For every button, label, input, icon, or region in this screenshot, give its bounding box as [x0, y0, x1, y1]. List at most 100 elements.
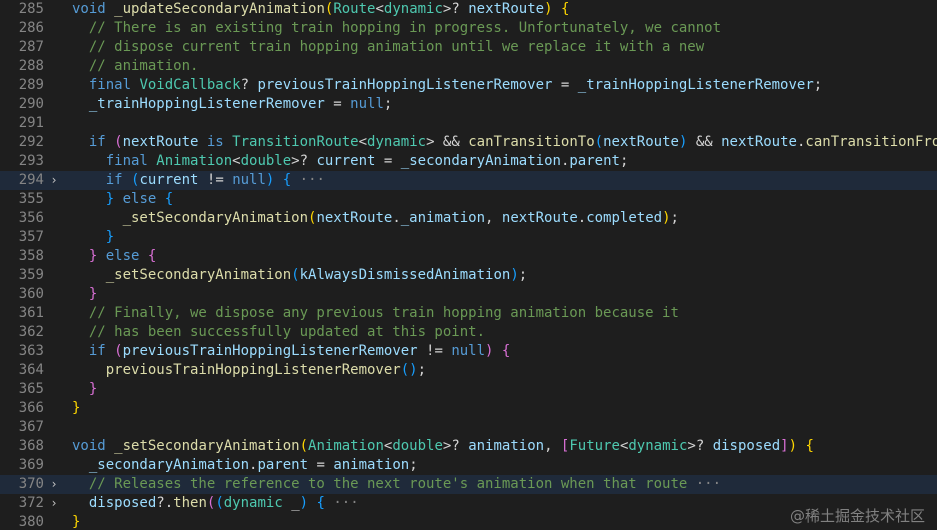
code-line[interactable]: 357 } [0, 228, 937, 247]
code-text[interactable] [64, 114, 937, 133]
code-token: _ [282, 495, 300, 511]
code-line[interactable]: 356 _setSecondaryAnimation(nextRoute._an… [0, 209, 937, 228]
code-token: = [552, 77, 578, 93]
code-line[interactable]: 361 // Finally, we dispose any previous … [0, 304, 937, 323]
fold-gutter [44, 133, 64, 152]
line-number: 355 [18, 191, 44, 207]
code-text[interactable]: _trainHoppingListenerRemover = null; [64, 95, 937, 114]
code-token: () [400, 362, 418, 378]
code-token: { [164, 191, 174, 207]
code-line[interactable]: 365 } [0, 380, 937, 399]
code-text[interactable]: } [64, 285, 937, 304]
code-token: >? [442, 1, 469, 17]
code-token: dynamic [367, 134, 427, 150]
code-text[interactable]: // has been successfully updated at this… [64, 323, 937, 342]
code-line[interactable]: 367 [0, 418, 937, 437]
code-text[interactable]: if (current != null) { ··· [64, 171, 937, 190]
code-token: ( [114, 134, 123, 150]
code-text[interactable]: _setSecondaryAnimation(nextRoute._animat… [64, 209, 937, 228]
code-line[interactable]: 360 } [0, 285, 937, 304]
code-line[interactable]: 289 final VoidCallback? previousTrainHop… [0, 76, 937, 95]
code-text[interactable]: // There is an existing train hopping in… [64, 19, 937, 38]
code-token: . [577, 210, 587, 226]
code-line[interactable]: 291 [0, 114, 937, 133]
code-text[interactable]: // Releases the reference to the next ro… [64, 475, 937, 494]
code-token: final [72, 77, 140, 93]
code-token: nextRoute [468, 1, 545, 17]
code-token: ; [383, 96, 393, 112]
code-text[interactable]: // dispose current train hopping animati… [64, 38, 937, 57]
code-token: dynamic [223, 495, 283, 511]
code-line[interactable]: 370 › // Releases the reference to the ne… [0, 475, 937, 494]
code-line[interactable]: 290 _trainHoppingListenerRemover = null; [0, 95, 937, 114]
fold-gutter [44, 513, 64, 530]
code-text[interactable]: } [64, 228, 937, 247]
code-token: < [375, 1, 384, 17]
code-text[interactable]: // Finally, we dispose any previous trai… [64, 304, 937, 323]
code-token: { [147, 248, 157, 264]
code-token: animation [468, 438, 545, 454]
code-line[interactable]: 368 void _setSecondaryAnimation(Animation… [0, 437, 937, 456]
code-line[interactable]: 363 if (previousTrainHoppingListenerRemo… [0, 342, 937, 361]
code-token: >? [687, 438, 713, 454]
code-line[interactable]: 359 _setSecondaryAnimation(kAlwaysDismis… [0, 266, 937, 285]
code-line[interactable]: 287 // dispose current train hopping ani… [0, 38, 937, 57]
line-number: 356 [18, 210, 44, 226]
code-text[interactable]: if (nextRoute is TransitionRoute<dynamic… [64, 133, 937, 152]
code-line[interactable]: 358 } else { [0, 247, 937, 266]
code-token: ( [291, 267, 300, 283]
code-line[interactable]: 362 // has been successfully updated at … [0, 323, 937, 342]
code-text[interactable]: if (previousTrainHoppingListenerRemover … [64, 342, 937, 361]
code-token: final [72, 153, 157, 169]
chevron-right-icon[interactable]: › [44, 171, 64, 190]
code-line[interactable]: 285 void _updateSecondaryAnimation(Route<… [0, 0, 937, 19]
code-text[interactable]: _secondaryAnimation.parent = animation; [64, 456, 937, 475]
code-token: ] [780, 438, 789, 454]
code-token: dynamic [628, 438, 688, 454]
code-line[interactable]: 293 final Animation<double>? current = _… [0, 152, 937, 171]
code-text[interactable]: previousTrainHoppingListenerRemover(); [64, 361, 937, 380]
code-editor[interactable]: 285 void _updateSecondaryAnimation(Route<… [0, 0, 937, 530]
line-number: 370 [18, 476, 44, 492]
code-token: void [72, 1, 115, 17]
code-token: nextRoute [501, 210, 578, 226]
code-line[interactable]: 288 // animation. [0, 57, 937, 76]
code-line[interactable]: 286 // There is an existing train hoppin… [0, 19, 937, 38]
code-text[interactable]: // animation. [64, 57, 937, 76]
code-token: // has been successfully updated at this… [72, 324, 486, 340]
code-token: ; [518, 267, 528, 283]
code-line[interactable]: 355 } else { [0, 190, 937, 209]
code-line[interactable]: 292 if (nextRoute is TransitionRoute<dyn… [0, 133, 937, 152]
code-token: ) [510, 267, 519, 283]
code-token: . [392, 210, 401, 226]
code-token: _secondaryAnimation [72, 457, 250, 473]
code-text[interactable]: } else { [64, 190, 937, 209]
code-line[interactable]: 369 _secondaryAnimation.parent = animati… [0, 456, 937, 475]
code-text[interactable]: } [64, 380, 937, 399]
code-token: double [240, 153, 292, 169]
code-text[interactable]: } [64, 399, 937, 418]
code-token: , [485, 210, 502, 226]
code-token: ( [215, 495, 224, 511]
fold-gutter [44, 190, 64, 209]
code-line[interactable]: 366} [0, 399, 937, 418]
code-text[interactable]: void _setSecondaryAnimation(Animation<do… [64, 437, 937, 456]
chevron-right-icon[interactable]: › [44, 475, 64, 494]
code-line[interactable]: 364 previousTrainHoppingListenerRemover(… [0, 361, 937, 380]
code-line[interactable]: 294 › if (current != null) { ··· [0, 171, 937, 190]
code-token: _setSecondaryAnimation [72, 267, 292, 283]
code-text[interactable]: final Animation<double>? current = _seco… [64, 152, 937, 171]
line-number: 292 [18, 134, 44, 150]
code-text[interactable] [64, 418, 937, 437]
code-text[interactable]: void _updateSecondaryAnimation(Route<dyn… [64, 0, 937, 19]
code-text[interactable]: _setSecondaryAnimation(kAlwaysDismissedA… [64, 266, 937, 285]
fold-gutter [44, 247, 64, 266]
code-token: _animation [400, 210, 486, 226]
code-text[interactable]: final VoidCallback? previousTrainHopping… [64, 76, 937, 95]
code-token: // Finally, we dispose any previous trai… [72, 305, 679, 321]
chevron-right-icon[interactable]: › [44, 494, 64, 513]
code-text[interactable]: } else { [64, 247, 937, 266]
code-token: = [324, 96, 351, 112]
